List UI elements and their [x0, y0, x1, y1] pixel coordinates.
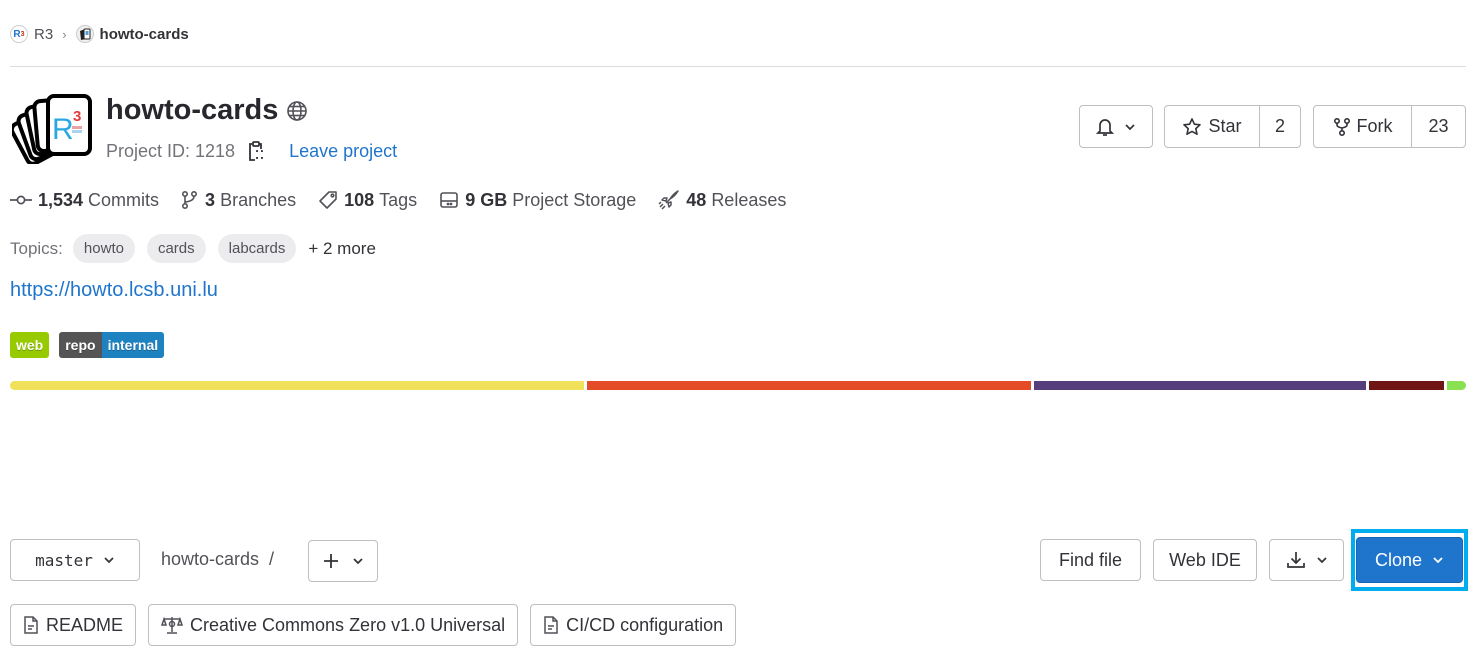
commits-count: 1,534	[38, 189, 84, 210]
fork-button[interactable]: Fork	[1314, 106, 1411, 147]
branch-icon	[181, 190, 205, 210]
cicd-label: CI/CD configuration	[566, 614, 724, 635]
commits-label: Commits	[88, 189, 160, 210]
chevron-down-icon	[1316, 556, 1328, 564]
commits-link[interactable]: 1,534 Commits	[10, 190, 159, 211]
project-quick-links: README Creative Commons Zero v1.0 Univer…	[10, 604, 737, 646]
web-ide-button[interactable]: Web IDE	[1153, 539, 1257, 581]
fork-icon	[1333, 117, 1351, 137]
badge-web-label: web	[10, 332, 50, 358]
repository-language-bar	[10, 381, 1467, 390]
group-avatar-letter: R	[13, 28, 21, 40]
license-link[interactable]: Creative Commons Zero v1.0 Universal	[148, 604, 519, 646]
header-divider	[10, 66, 1466, 67]
fork-count[interactable]: 23	[1411, 106, 1465, 147]
project-badges: web repo internal	[10, 332, 165, 358]
star-button[interactable]: Star	[1165, 106, 1259, 147]
project-logo: R 3	[12, 94, 92, 164]
language-segment[interactable]	[1368, 381, 1445, 390]
notification-settings-dropdown[interactable]	[1079, 105, 1153, 148]
branches-link[interactable]: 3 Branches	[181, 190, 296, 211]
breadcrumb: R3 R3 › howto-cards	[10, 22, 189, 46]
tags-link[interactable]: 108 Tags	[318, 190, 417, 211]
project-name: howto-cards	[106, 94, 279, 126]
star-icon	[1182, 117, 1202, 137]
cicd-configuration-link[interactable]: CI/CD configuration	[530, 604, 737, 646]
svg-text:R: R	[52, 113, 74, 146]
badge-repo-value: internal	[101, 332, 165, 358]
file-icon	[23, 615, 39, 635]
language-segment[interactable]	[10, 381, 584, 390]
find-file-button[interactable]: Find file	[1040, 539, 1141, 581]
fork-button-group: Fork 23	[1313, 105, 1466, 148]
repository-path: howto-cards /	[161, 549, 274, 570]
storage-label: Project Storage	[512, 189, 637, 210]
chevron-down-icon	[1432, 556, 1444, 564]
storage-link[interactable]: 9 GB Project Storage	[439, 190, 636, 211]
language-segment[interactable]	[1447, 381, 1467, 390]
topic-pill[interactable]: howto	[72, 234, 135, 263]
clone-label: Clone	[1374, 549, 1423, 570]
tag-icon	[318, 190, 344, 210]
badge-web[interactable]: web	[10, 332, 50, 358]
star-button-group: Star 2	[1164, 105, 1301, 148]
releases-count: 48	[686, 189, 707, 210]
path-separator: /	[269, 549, 275, 569]
topics-label: Topics:	[10, 238, 63, 258]
breadcrumb-group-link[interactable]: R3	[34, 26, 53, 43]
readme-link[interactable]: README	[10, 604, 137, 646]
chevron-down-icon	[1124, 123, 1136, 131]
commit-icon	[10, 194, 38, 206]
releases-link[interactable]: 48 Releases	[658, 189, 786, 211]
badge-repo-key: repo	[59, 332, 102, 358]
star-count[interactable]: 2	[1259, 106, 1300, 147]
project-stats: 1,534 Commits 3 Branches 108 Tags 9 GB P…	[10, 189, 808, 211]
rocket-icon	[658, 189, 686, 211]
topic-pill[interactable]: cards	[146, 234, 206, 263]
topics: Topics: howto cards labcards + 2 more	[10, 234, 376, 263]
group-avatar-sup: 3	[20, 30, 25, 38]
svg-text:3: 3	[73, 108, 81, 125]
branch-selector-dropdown[interactable]: master	[10, 539, 140, 581]
badge-repo-internal[interactable]: repo internal	[59, 332, 165, 358]
breadcrumb-separator: ›	[62, 26, 67, 42]
branches-count: 3	[205, 189, 216, 210]
releases-label: Releases	[711, 189, 787, 210]
topic-pill[interactable]: labcards	[217, 234, 297, 263]
clone-dropdown-button[interactable]: Clone	[1356, 537, 1463, 583]
fork-label: Fork	[1356, 116, 1393, 136]
plus-icon	[322, 552, 340, 570]
project-id: Project ID: 1218	[106, 140, 236, 161]
bell-icon	[1096, 117, 1114, 137]
chevron-down-icon	[352, 557, 364, 565]
language-segment[interactable]	[586, 381, 1032, 390]
readme-label: README	[46, 614, 124, 635]
download-icon	[1286, 550, 1306, 570]
group-avatar[interactable]: R3	[10, 25, 28, 43]
tags-count: 108	[344, 189, 375, 210]
project-avatar-icon[interactable]	[75, 25, 94, 43]
storage-size: 9 GB	[465, 189, 508, 210]
add-to-tree-dropdown[interactable]	[308, 540, 378, 582]
copy-project-id-button[interactable]	[247, 140, 267, 162]
globe-icon	[286, 100, 308, 122]
chevron-down-icon	[103, 556, 115, 564]
breadcrumb-project-link[interactable]: howto-cards	[100, 26, 189, 43]
path-root-link[interactable]: howto-cards	[161, 549, 259, 569]
leave-project-link[interactable]: Leave project	[289, 141, 397, 162]
star-label: Star	[1208, 116, 1242, 136]
license-label: Creative Commons Zero v1.0 Universal	[190, 614, 506, 635]
project-title: howto-cards	[106, 94, 308, 127]
branches-label: Branches	[220, 189, 297, 210]
project-id-row: Project ID: 1218 Leave project	[106, 140, 397, 162]
storage-icon	[439, 191, 465, 209]
download-source-dropdown[interactable]	[1269, 539, 1344, 581]
more-topics-link[interactable]: + 2 more	[308, 239, 376, 259]
scale-icon	[161, 615, 184, 635]
file-icon	[543, 615, 559, 635]
language-segment[interactable]	[1034, 381, 1366, 390]
tags-label: Tags	[379, 189, 418, 210]
branch-name: master	[35, 550, 93, 570]
project-website-link[interactable]: https://howto.lcsb.uni.lu	[10, 279, 218, 302]
